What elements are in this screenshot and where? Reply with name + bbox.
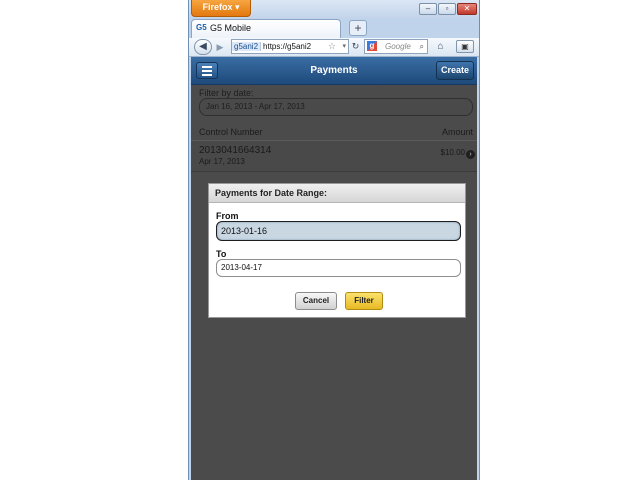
list-header: Control Number Amount (199, 127, 473, 138)
filter-button[interactable]: Filter (345, 292, 383, 310)
browser-window: Firefox ▾ – ▫ ✕ G5 G5 Mobile + ◀ ▶ g5ani… (188, 0, 480, 480)
tab-label: G5 Mobile (210, 23, 252, 33)
search-placeholder: Google (385, 42, 411, 51)
url-bar[interactable]: g5ani2 https://g5ani2 ☆ ▾ (231, 39, 349, 54)
title-bar: Firefox ▾ – ▫ ✕ (189, 0, 479, 18)
tab-strip: G5 G5 Mobile + (189, 18, 479, 38)
page-content: Payments Create Filter by date: Jan 16, … (191, 57, 477, 480)
addon-bar-button[interactable]: ▣ (456, 40, 474, 53)
new-tab-button[interactable]: + (349, 20, 367, 36)
payment-amount: $10.00 (440, 148, 465, 157)
home-button[interactable]: ⌂ (433, 39, 448, 54)
chevron-right-icon[interactable]: › (466, 150, 475, 159)
minimize-button[interactable]: – (419, 3, 437, 15)
google-engine-icon[interactable]: g (367, 41, 377, 51)
search-icon[interactable]: ⌕ (420, 40, 424, 53)
app-header: Payments Create (191, 57, 477, 85)
url-text: https://g5ani2 (263, 42, 312, 51)
reload-button[interactable]: ↻ (349, 39, 362, 54)
maximize-button[interactable]: ▫ (438, 3, 456, 15)
site-identity-button[interactable]: g5ani2 (232, 42, 262, 51)
control-number: 2013041664314 (199, 145, 272, 156)
from-date-input[interactable]: 2013-01-16 (216, 221, 461, 241)
close-window-button[interactable]: ✕ (457, 3, 477, 15)
g5-favicon-icon: G5 (196, 23, 207, 32)
bookmark-star-icon[interactable]: ☆ (328, 40, 336, 53)
navigation-toolbar: ◀ ▶ g5ani2 https://g5ani2 ☆ ▾ ↻ g Google … (189, 38, 479, 57)
cancel-button[interactable]: Cancel (295, 292, 337, 310)
firefox-menu-button[interactable]: Firefox ▾ (191, 0, 251, 17)
payment-row[interactable]: 2013041664314 Apr 17, 2013 $10.00 › (191, 140, 477, 172)
dialog-title: Payments for Date Range: (209, 184, 465, 203)
forward-button[interactable]: ▶ (213, 41, 227, 53)
date-range-dialog: Payments for Date Range: From 2013-01-16… (208, 183, 466, 318)
from-label: From (216, 211, 239, 221)
payment-date: Apr 17, 2013 (199, 157, 245, 166)
filter-by-date-label: Filter by date: (199, 88, 254, 98)
to-label: To (216, 249, 227, 259)
to-date-input[interactable]: 2013-04-17 (216, 259, 461, 277)
create-button[interactable]: Create (436, 61, 474, 80)
date-range-field[interactable]: Jan 16, 2013 - Apr 17, 2013 (199, 98, 473, 116)
search-bar[interactable]: g Google ⌕ (364, 39, 428, 54)
tab-g5-mobile[interactable]: G5 G5 Mobile (191, 19, 341, 38)
back-button[interactable]: ◀ (194, 39, 212, 55)
amount-header: Amount (441, 127, 473, 137)
page-title: Payments (310, 65, 358, 76)
control-number-header: Control Number (199, 127, 263, 137)
url-dropdown-icon[interactable]: ▾ (342, 40, 346, 53)
